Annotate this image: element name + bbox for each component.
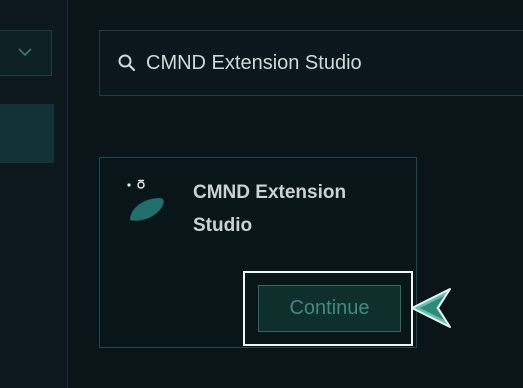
sidebar-dropdown-button[interactable] (0, 30, 52, 76)
cmnd-logo-icon (126, 178, 168, 226)
sidebar-item-selected[interactable] (0, 104, 54, 163)
search-input[interactable] (146, 51, 523, 75)
extension-title: CMND Extension Studio (193, 182, 347, 236)
app-window: CMND Extension Studio Continue (0, 0, 523, 388)
continue-button[interactable]: Continue (258, 285, 401, 332)
sidebar (0, 0, 68, 388)
search-box[interactable] (99, 30, 523, 96)
search-icon (116, 52, 138, 74)
chevron-down-icon (17, 44, 33, 62)
pointer-arrow-icon (410, 287, 454, 329)
